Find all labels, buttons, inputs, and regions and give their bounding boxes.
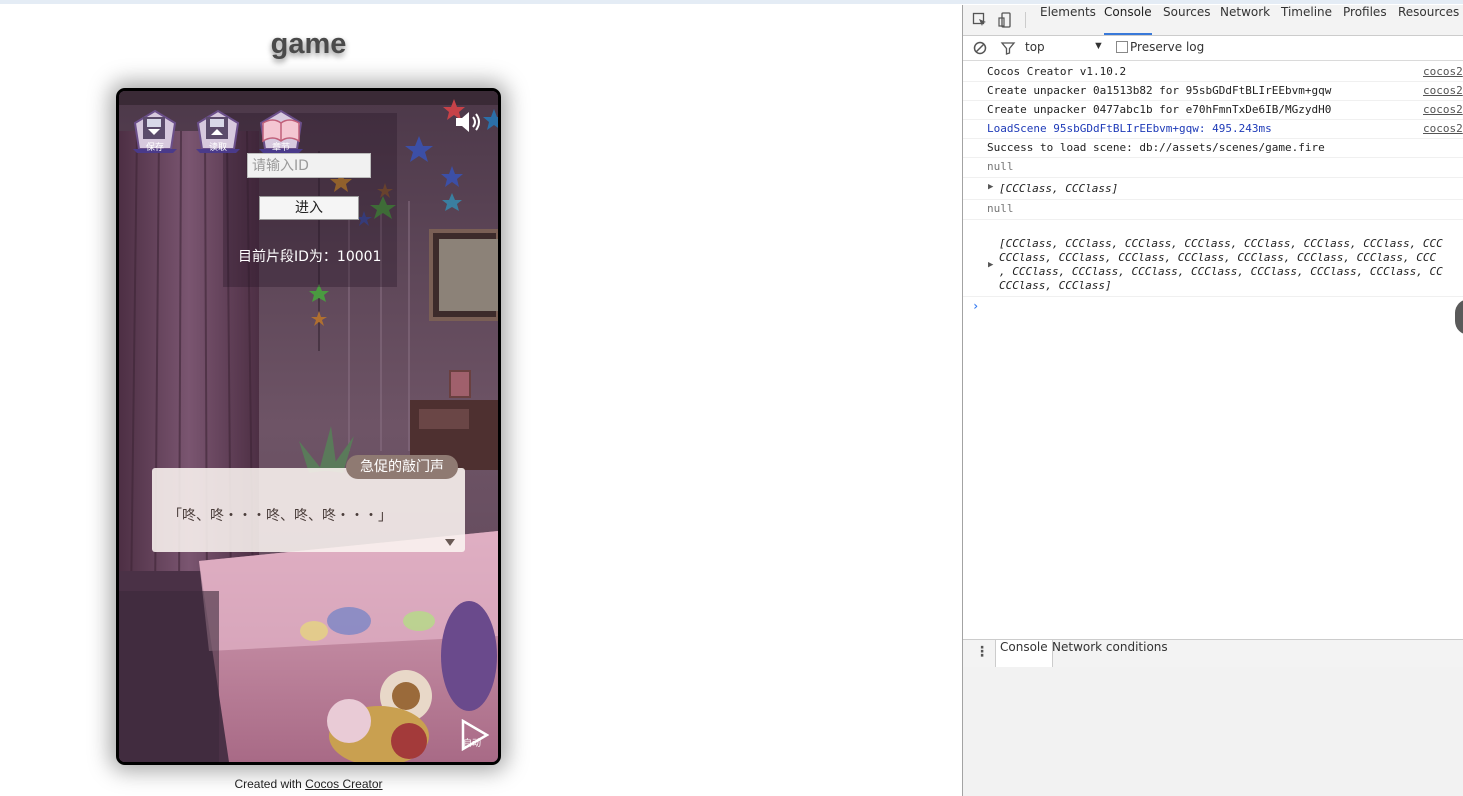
floating-scroll-handle[interactable] bbox=[1455, 299, 1463, 335]
dialog-next-arrow-icon bbox=[445, 539, 455, 546]
browser-top-edge bbox=[0, 0, 1463, 4]
source-link[interactable]: cocos2 bbox=[1423, 122, 1463, 135]
game-canvas[interactable]: 保存 读取 章节 进入 目前片段ID为：10001 急促的敲门声 「咚、咚・・・… bbox=[116, 88, 501, 765]
toolbar-divider bbox=[1025, 12, 1026, 28]
console-message: null bbox=[987, 160, 1014, 173]
speaker-sound-icon[interactable] bbox=[454, 109, 484, 135]
array-line: [CCClass, CCClass, CCClass, CCClass, CCC… bbox=[999, 237, 1443, 250]
tab-console[interactable]: Console bbox=[1104, 5, 1152, 35]
console-row: Create unpacker 0a1513b82 for 95sbGDdFtB… bbox=[963, 81, 1463, 101]
console-row-array[interactable]: ▶ [CCClass, CCClass, CCClass, CCClass, C… bbox=[963, 219, 1463, 297]
console-message: Cocos Creator v1.10.2 bbox=[987, 65, 1127, 78]
console-toolbar: top ▼ Preserve log bbox=[963, 36, 1463, 61]
load-button[interactable]: 读取 bbox=[194, 109, 242, 153]
console-row: Cocos Creator v1.10.2 cocos2 bbox=[963, 62, 1463, 82]
source-link[interactable]: cocos2 bbox=[1423, 84, 1463, 97]
context-dropdown-icon[interactable]: ▼ bbox=[1093, 40, 1104, 52]
console-row: Create unpacker 0477abc1b for e70hFmnTxD… bbox=[963, 100, 1463, 120]
chapter-button[interactable]: 章节 bbox=[257, 109, 305, 153]
console-message: Create unpacker 0a1513b82 for 95sbGDdFtB… bbox=[987, 84, 1332, 97]
console-message: Create unpacker 0477abc1b for e70hFmnTxD… bbox=[987, 103, 1332, 116]
tab-elements[interactable]: Elements bbox=[1040, 5, 1096, 35]
array-line: , CCClass, CCClass, CCClass, CCClass, CC… bbox=[999, 265, 1443, 278]
enter-button[interactable]: 进入 bbox=[259, 196, 359, 220]
tab-timeline[interactable]: Timeline bbox=[1281, 5, 1332, 35]
auto-play-button[interactable]: 自动 bbox=[459, 718, 490, 752]
drawer-menu-icon[interactable]: ⋮ bbox=[975, 645, 989, 659]
speaker-name-tag: 急促的敲门声 bbox=[346, 455, 458, 479]
console-row: null bbox=[963, 157, 1463, 178]
auto-label: 自动 bbox=[463, 739, 482, 749]
device-mode-icon[interactable] bbox=[998, 12, 1014, 28]
array-line: CCClass, CCClass, CCClass, CCClass, CCCl… bbox=[999, 251, 1437, 264]
drawer-tab-console[interactable]: Console bbox=[995, 640, 1053, 667]
chapter-label: 章节 bbox=[271, 143, 290, 153]
inspect-element-icon[interactable] bbox=[972, 12, 988, 28]
console-row: LoadScene 95sbGDdFtBLIrEEbvm+gqw: 495.24… bbox=[963, 119, 1463, 139]
console-prompt-icon: › bbox=[972, 299, 980, 313]
console-row: Success to load scene: db://assets/scene… bbox=[963, 138, 1463, 158]
devtools-tab-bar: Elements Console Sources Network Timelin… bbox=[963, 5, 1463, 36]
page-title: game bbox=[270, 28, 347, 60]
expand-triangle-icon[interactable]: ▶ bbox=[988, 260, 993, 270]
array-line: CCClass, CCClass] bbox=[999, 279, 1112, 292]
preserve-log-checkbox[interactable] bbox=[1116, 41, 1128, 53]
tab-network[interactable]: Network bbox=[1220, 5, 1270, 35]
current-segment-line: 目前片段ID为：10001 bbox=[238, 246, 381, 266]
cocos-creator-link[interactable]: Cocos Creator bbox=[305, 777, 382, 791]
console-input[interactable] bbox=[987, 298, 1447, 314]
tab-sources[interactable]: Sources bbox=[1163, 5, 1210, 35]
console-message: [CCClass, CCClass] bbox=[999, 182, 1119, 195]
dialog-text: 「咚、咚・・・咚、咚、咚・・・」 bbox=[168, 508, 392, 524]
save-button[interactable]: 保存 bbox=[131, 109, 179, 153]
tab-profiles[interactable]: Profiles bbox=[1343, 5, 1387, 35]
devtools-panel: Elements Console Sources Network Timelin… bbox=[962, 5, 1463, 796]
drawer-tab-network-conditions[interactable]: Network conditions bbox=[1048, 640, 1172, 667]
segment-id-input[interactable] bbox=[247, 153, 371, 178]
filter-icon[interactable] bbox=[1000, 40, 1016, 56]
credit-prefix: Created with bbox=[234, 777, 302, 791]
console-array-message: [CCClass, CCClass, CCClass, CCClass, CCC… bbox=[999, 237, 1443, 293]
console-message: Success to load scene: db://assets/scene… bbox=[987, 141, 1325, 154]
drawer-tab-bar: ⋮ Console Network conditions bbox=[963, 639, 1463, 668]
current-segment-label: 目前片段ID为： bbox=[238, 249, 337, 265]
source-link[interactable]: cocos2 bbox=[1423, 103, 1463, 116]
load-label: 读取 bbox=[208, 143, 227, 153]
expand-triangle-icon[interactable]: ▶ bbox=[988, 182, 993, 192]
console-row: null bbox=[963, 199, 1463, 220]
save-label: 保存 bbox=[145, 143, 164, 153]
credit-line: Created with Cocos Creator bbox=[0, 777, 617, 791]
tab-resources[interactable]: Resources bbox=[1398, 5, 1459, 35]
preserve-log-label: Preserve log bbox=[1130, 40, 1205, 54]
console-message: null bbox=[987, 202, 1014, 215]
context-selector[interactable]: top bbox=[1025, 40, 1045, 54]
clear-console-icon[interactable] bbox=[972, 40, 988, 56]
drawer-console-body[interactable] bbox=[963, 667, 1463, 796]
current-segment-id: 10001 bbox=[336, 249, 382, 265]
console-message: LoadScene 95sbGDdFtBLIrEEbvm+gqw: 495.24… bbox=[987, 122, 1272, 135]
console-row[interactable]: ▶ [CCClass, CCClass] bbox=[963, 177, 1463, 200]
source-link[interactable]: cocos2 bbox=[1423, 65, 1463, 78]
